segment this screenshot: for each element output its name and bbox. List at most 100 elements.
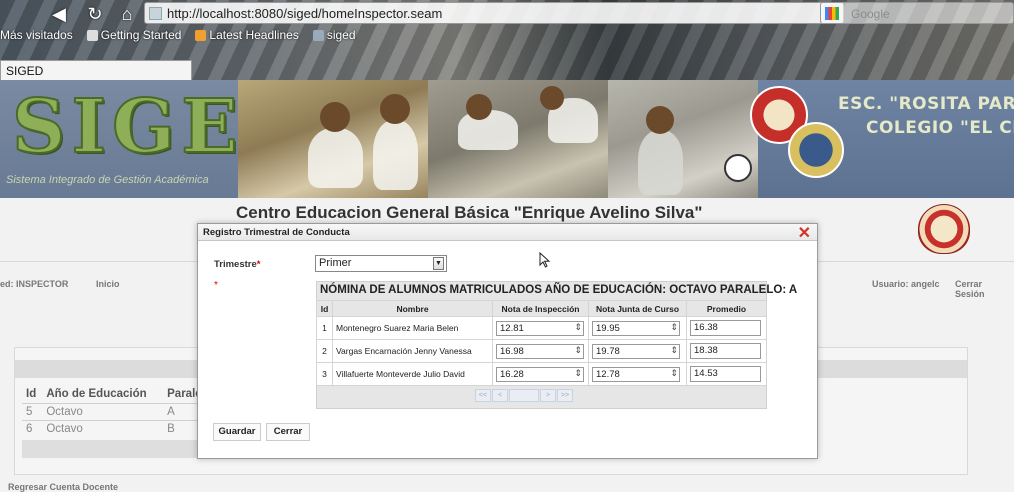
url-bar[interactable]: http://localhost:8080/siged/homeInspecto… xyxy=(144,2,844,24)
cell-id: 3 xyxy=(316,362,333,386)
table-row[interactable]: 5 Octavo A xyxy=(22,403,222,421)
dialog-title: Registro Trimestral de Conducta xyxy=(203,227,350,238)
close-button[interactable]: Cerrar xyxy=(266,423,310,441)
school-name-1: ESC. "ROSITA PAREDES xyxy=(838,94,1014,114)
required-mark: * xyxy=(214,280,218,291)
spinner-icon[interactable]: ⇕ xyxy=(574,345,582,356)
spinner-icon[interactable]: ⇕ xyxy=(574,322,582,333)
prev-page-button[interactable]: < xyxy=(492,389,508,402)
cell-junta: 19.95 ⇕ xyxy=(588,316,687,340)
reload-icon[interactable]: ↻ xyxy=(84,3,106,25)
column-header-inspection: Nota de Inspección xyxy=(492,300,589,317)
column-header-average: Promedio xyxy=(686,300,767,317)
header-banner: SIGED Sistema Integrado de Gestión Acadé… xyxy=(0,80,1014,198)
back-to-teacher-link[interactable]: Regresar Cuenta Docente xyxy=(8,482,118,492)
school-name-2: COLEGIO "EL CHACO xyxy=(866,118,1014,138)
bookmark-most-visited[interactable]: Más visitados xyxy=(0,26,73,44)
spinner-value: 19.78 xyxy=(596,345,620,357)
bookmark-label: siged xyxy=(326,28,356,42)
cell-average: 18.38 xyxy=(686,339,767,363)
cell-junta: 12.78 ⇕ xyxy=(588,362,687,386)
google-icon xyxy=(825,7,839,20)
column-header-junta: Nota Junta de Curso xyxy=(588,300,687,317)
trimestre-selected-value: Primer xyxy=(319,257,352,269)
spinner-value: 16.28 xyxy=(500,368,524,380)
table-footer xyxy=(22,440,222,458)
first-page-button[interactable]: << xyxy=(475,389,491,402)
cell-inspection: 12.81 ⇕ xyxy=(492,316,589,340)
home-link[interactable]: Inicio xyxy=(96,279,120,289)
students-table: Id Nombre Nota de Inspección Nota Junta … xyxy=(316,300,767,386)
table-row: 1 Montenegro Suarez Maria Belen 12.81 ⇕ 1… xyxy=(316,316,767,340)
average-field[interactable]: 16.38 xyxy=(690,320,761,336)
search-placeholder: Google xyxy=(851,7,890,21)
spinner-icon[interactable]: ⇕ xyxy=(670,345,678,356)
bookmark-label: Más visitados xyxy=(0,28,73,42)
cell-junta: 19.78 ⇕ xyxy=(588,339,687,363)
dialog-titlebar[interactable]: Registro Trimestral de Conducta ✕ xyxy=(198,223,817,243)
user-label: Usuario: angelc xyxy=(872,279,940,289)
column-header-id: Id xyxy=(26,388,37,400)
spinner-icon[interactable]: ⇕ xyxy=(670,322,678,333)
junta-grade-spinner[interactable]: 12.78 ⇕ xyxy=(592,366,680,382)
close-icon[interactable]: ✕ xyxy=(798,223,811,243)
dropdown-arrow-icon[interactable]: ▼ xyxy=(433,257,444,270)
logo-area: SIGED Sistema Integrado de Gestión Acadé… xyxy=(0,80,309,198)
bookmark-label: Latest Headlines xyxy=(209,28,299,42)
cell-inspection: 16.98 ⇕ xyxy=(492,339,589,363)
mouse-cursor-icon xyxy=(539,251,551,271)
rss-icon xyxy=(195,29,207,41)
bookmarks-toolbar: Más visitados Getting Started Latest Hea… xyxy=(0,26,356,44)
column-header-year: Año de Educación xyxy=(46,388,147,400)
cell-name: Vargas Encarnación Jenny Vanessa xyxy=(332,339,493,363)
save-button[interactable]: Guardar xyxy=(213,423,261,441)
logout-link[interactable]: Cerrar Sesión xyxy=(955,279,1014,299)
trimestre-select[interactable]: Primer ▼ xyxy=(315,255,447,272)
bookmark-siged[interactable]: siged xyxy=(312,26,356,44)
spinner-value: 19.95 xyxy=(596,322,620,334)
cell-id: 1 xyxy=(316,316,333,340)
bookmark-getting-started[interactable]: Getting Started xyxy=(86,26,181,44)
cell-year: Octavo xyxy=(42,420,164,437)
table-row: 3 Villafuerte Monteverde Julio David 16.… xyxy=(316,362,767,386)
average-field[interactable]: 14.53 xyxy=(690,366,761,382)
required-mark: * xyxy=(256,259,261,270)
inspection-grade-spinner[interactable]: 16.28 ⇕ xyxy=(496,366,584,382)
college-crest-icon xyxy=(788,122,844,178)
url-text: http://localhost:8080/siged/homeInspecto… xyxy=(167,6,443,21)
cell-inspection: 16.28 ⇕ xyxy=(492,362,589,386)
table-row: 2 Vargas Encarnación Jenny Vanessa 16.98… xyxy=(316,339,767,363)
search-box[interactable]: Google xyxy=(820,2,1014,24)
banner-photo-children-playing xyxy=(238,80,428,198)
inspection-grade-spinner[interactable]: 12.81 ⇕ xyxy=(496,320,584,336)
average-field[interactable]: 18.38 xyxy=(690,343,761,359)
soccer-ball-icon xyxy=(724,154,752,182)
cell-average: 16.38 xyxy=(686,316,767,340)
students-panel-title: NÓMINA DE ALUMNOS MATRICULADOS AÑO DE ED… xyxy=(320,284,798,296)
last-page-button[interactable]: >> xyxy=(557,389,573,402)
home-icon[interactable]: ⌂ xyxy=(116,3,138,25)
header-crest-icon xyxy=(918,204,970,254)
cell-id: 6 xyxy=(22,420,43,437)
cell-id: 2 xyxy=(316,339,333,363)
conduct-register-dialog: Registro Trimestral de Conducta ✕ Trimes… xyxy=(197,223,818,459)
column-header-name: Nombre xyxy=(332,300,493,317)
spinner-value: 16.98 xyxy=(500,345,524,357)
bookmark-latest-headlines[interactable]: Latest Headlines xyxy=(195,26,299,44)
next-page-button[interactable]: > xyxy=(540,389,556,402)
bookmark-icon xyxy=(312,29,324,41)
cell-name: Villafuerte Monteverde Julio David xyxy=(332,362,493,386)
spinner-icon[interactable]: ⇕ xyxy=(574,368,582,379)
logo-tagline: Sistema Integrado de Gestión Académica xyxy=(6,174,209,186)
back-arrow-icon[interactable]: ◀ xyxy=(48,3,70,25)
role-label: ed: INSPECTOR xyxy=(0,279,69,289)
table-row[interactable]: 6 Octavo B xyxy=(22,420,222,437)
inspection-grade-spinner[interactable]: 16.98 ⇕ xyxy=(496,343,584,359)
junta-grade-spinner[interactable]: 19.95 ⇕ xyxy=(592,320,680,336)
trimestre-label-text: Trimestre xyxy=(214,259,257,270)
junta-grade-spinner[interactable]: 19.78 ⇕ xyxy=(592,343,680,359)
page-number-box[interactable] xyxy=(509,389,539,402)
trimestre-label: Trimestre* xyxy=(214,259,260,270)
browser-tab[interactable]: SIGED xyxy=(0,60,192,80)
spinner-icon[interactable]: ⇕ xyxy=(670,368,678,379)
